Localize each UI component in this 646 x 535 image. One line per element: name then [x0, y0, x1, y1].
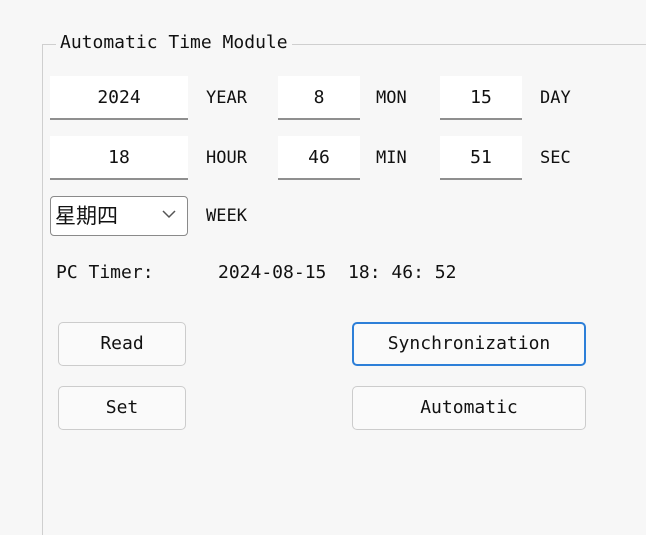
year-field[interactable]: 2024 [50, 76, 188, 120]
month-unit-label: MON [376, 88, 407, 108]
week-select[interactable]: 星期四 [50, 196, 188, 236]
second-field[interactable]: 51 [440, 136, 522, 180]
month-field[interactable]: 8 [278, 76, 360, 120]
chevron-down-icon[interactable] [159, 204, 179, 224]
read-button[interactable]: Read [58, 322, 186, 366]
second-unit-label: SEC [540, 148, 571, 168]
set-button[interactable]: Set [58, 386, 186, 430]
week-unit-label: WEEK [206, 206, 247, 226]
minute-field[interactable]: 46 [278, 136, 360, 180]
day-field[interactable]: 15 [440, 76, 522, 120]
group-title: Automatic Time Module [56, 30, 292, 56]
automatic-button[interactable]: Automatic [352, 386, 586, 430]
week-select-value: 星期四 [55, 204, 118, 228]
minute-unit-label: MIN [376, 148, 407, 168]
pc-timer-label: PC Timer: [56, 262, 154, 283]
pc-timer-value: 2024-08-15 18: 46: 52 [218, 262, 457, 283]
synchronization-button[interactable]: Synchronization [352, 322, 586, 366]
time-module-panel: Automatic Time Module 2024 YEAR 8 MON 15… [0, 0, 646, 535]
day-unit-label: DAY [540, 88, 571, 108]
hour-unit-label: HOUR [206, 148, 247, 168]
hour-field[interactable]: 18 [50, 136, 188, 180]
year-unit-label: YEAR [206, 88, 247, 108]
